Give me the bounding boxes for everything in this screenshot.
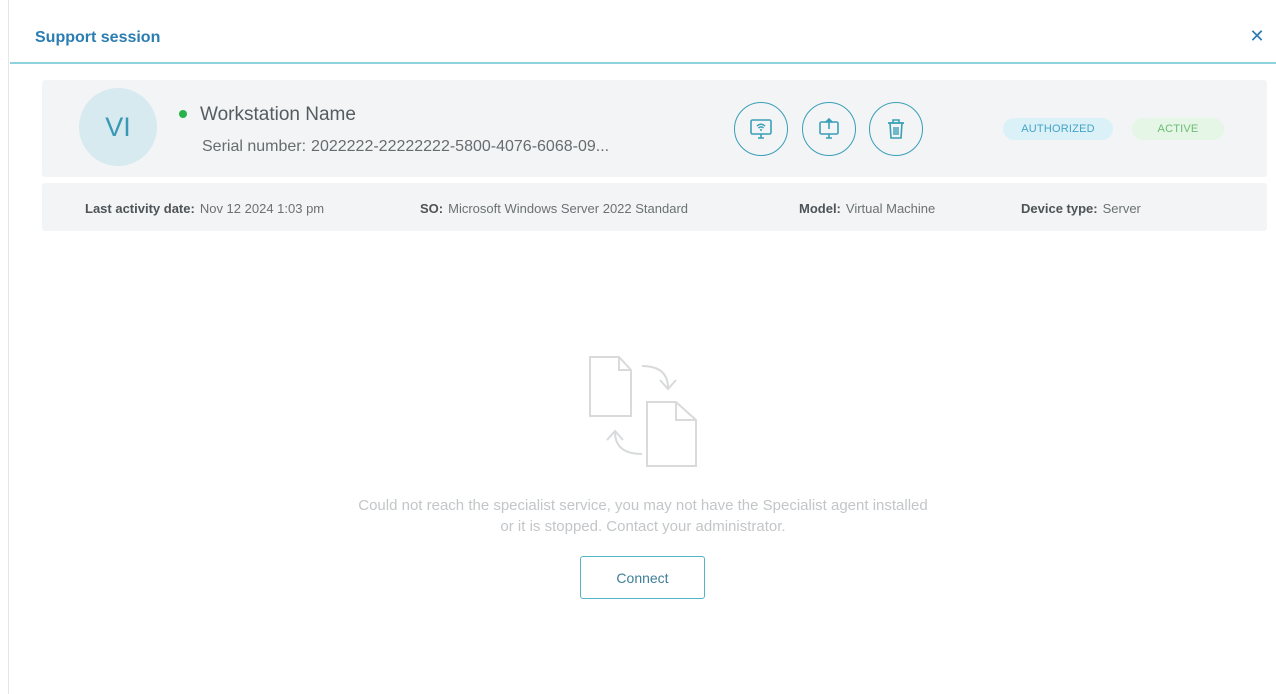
- device-type-value: Server: [1102, 201, 1141, 216]
- close-icon: ✕: [1249, 26, 1265, 46]
- dialog-header: Support session ✕: [10, 0, 1276, 64]
- device-card: VI Workstation Name Serial number: 202222…: [42, 80, 1267, 177]
- device-type-label: Device type:: [1021, 201, 1098, 216]
- empty-state-message-line-1: Could not reach the specialist service, …: [358, 497, 928, 514]
- remote-desktop-button[interactable]: [734, 102, 788, 156]
- device-info-bar: Last activity date: Nov 12 2024 1:03 pm S…: [42, 183, 1267, 231]
- last-activity-label: Last activity date:: [85, 201, 195, 216]
- os-value: Microsoft Windows Server 2022 Standard: [448, 201, 689, 216]
- authorized-badge: AUTHORIZED: [1003, 118, 1113, 140]
- dialog-left-border: [8, 0, 9, 694]
- last-activity-info: Last activity date: Nov 12 2024 1:03 pm: [85, 201, 324, 216]
- remote-screen-icon: [750, 119, 772, 139]
- model-info: Model: Virtual Machine: [799, 201, 935, 216]
- serial-number-value: 2022222-22222222-5800-4076-6068-09...: [311, 138, 610, 155]
- dialog-title: Support session: [35, 29, 161, 46]
- empty-state-message: Could not reach the specialist service, …: [238, 495, 1048, 537]
- serial-number-label: Serial number:: [202, 138, 307, 155]
- os-label: SO:: [420, 201, 444, 216]
- connect-button[interactable]: Connect: [580, 556, 705, 599]
- avatar: VI: [79, 88, 157, 166]
- model-label: Model:: [799, 201, 841, 216]
- device-name: Workstation Name: [200, 104, 356, 125]
- active-badge: ACTIVE: [1132, 118, 1224, 140]
- empty-state-message-line-2: or it is stopped. Contact your administr…: [500, 518, 786, 535]
- os-info: SO: Microsoft Windows Server 2022 Standar…: [420, 201, 688, 216]
- delete-button[interactable]: [869, 102, 923, 156]
- trash-icon: [888, 119, 904, 139]
- model-value: Virtual Machine: [845, 201, 936, 216]
- file-transfer-icon: [589, 356, 697, 467]
- serial-number: Serial number: 2022222-22222222-5800-4076…: [202, 138, 609, 156]
- last-activity-value: Nov 12 2024 1:03 pm: [199, 201, 325, 216]
- upload-screen-icon: [819, 117, 839, 139]
- online-status-dot: [179, 110, 187, 118]
- file-transfer-button[interactable]: [802, 102, 856, 156]
- device-type-info: Device type: Server: [1021, 201, 1141, 216]
- close-button[interactable]: ✕: [1248, 27, 1266, 45]
